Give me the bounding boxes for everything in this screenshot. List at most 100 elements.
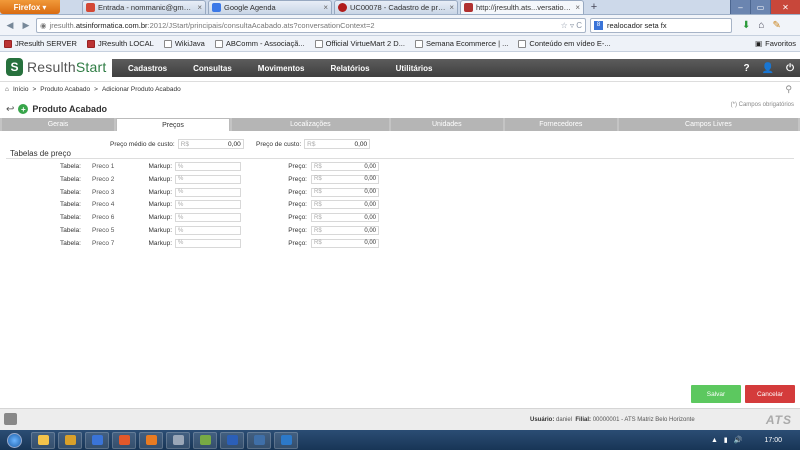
currency-label: R$	[314, 214, 322, 221]
minimize-button[interactable]: –	[730, 0, 750, 14]
tab-precos[interactable]: Preços	[116, 118, 230, 131]
price-field[interactable]: R$ 0,00	[311, 226, 379, 235]
price-field[interactable]: R$ 0,00	[311, 238, 379, 248]
save-button[interactable]: Salvar	[691, 385, 741, 403]
clock[interactable]: 17:00	[764, 437, 782, 444]
price-value: 0,00	[364, 214, 376, 221]
markup-field[interactable]: %	[175, 200, 241, 210]
price-field[interactable]: R$ 0,00	[311, 174, 379, 184]
ats-logo: ATS	[765, 413, 792, 427]
bookmark-star-icon[interactable]: ☆ ▿ C	[561, 21, 582, 30]
price-value: 0,00	[364, 227, 376, 234]
user-icon[interactable]: 👤	[762, 63, 774, 74]
tab-unidades[interactable]: Unidades	[390, 118, 503, 131]
taskbar-app-button[interactable]	[274, 431, 298, 449]
browser-tab-gmail[interactable]: Entrada - nommanic@gmail.com - G... ×	[82, 0, 206, 14]
price-value: 0,00	[364, 189, 376, 196]
currency-label: R$	[314, 201, 322, 208]
app-logo[interactable]: S ResulthStart	[6, 58, 106, 76]
back-arrow-icon[interactable]: ◀	[4, 19, 16, 31]
search-icon[interactable]: ⚲	[785, 84, 792, 95]
taskbar-app-button[interactable]	[58, 431, 82, 449]
breadcrumb-home[interactable]: Início	[13, 86, 29, 93]
help-icon[interactable]: ?	[744, 63, 750, 74]
branch-label: Filial:	[575, 417, 592, 423]
close-icon[interactable]: ×	[197, 3, 202, 12]
maximize-button[interactable]: ▭	[750, 0, 770, 14]
close-icon[interactable]: ×	[449, 3, 454, 12]
new-tab-button[interactable]: +	[586, 0, 602, 14]
power-icon[interactable]: ⏻	[786, 63, 794, 74]
volume-icon[interactable]: 🔊	[734, 436, 743, 444]
browser-tab-jresulth[interactable]: http://jresulth.ats...versationContext=2…	[460, 0, 584, 14]
taskbar-app-button[interactable]	[247, 431, 271, 449]
breadcrumb-item[interactable]: Produto Acabado	[40, 86, 90, 93]
browser-tab-calendar[interactable]: Google Agenda ×	[208, 0, 332, 14]
price-label: Preço:	[288, 175, 307, 183]
markup-field[interactable]: %	[175, 238, 241, 248]
home-icon[interactable]: ⌂	[5, 86, 9, 93]
price-table-row: Tabela: Preco 5 Markup:% Preço: R$ 0,00	[60, 225, 379, 236]
menu-movimentos[interactable]: Movimentos	[258, 64, 305, 73]
bookmark-item[interactable]: Conteúdo em vídeo E-...	[518, 39, 611, 48]
bookmark-item[interactable]: Semana Ecommerce | ...	[414, 39, 508, 48]
menu-relatorios[interactable]: Relatórios	[330, 64, 369, 73]
addon-icon[interactable]: ✎	[772, 20, 780, 31]
bookmark-item[interactable]: ABComm - Associaçã...	[214, 39, 305, 48]
taskbar-app-button[interactable]	[166, 431, 190, 449]
tray-chevron-icon[interactable]: ▲	[711, 437, 718, 444]
taskbar-app-button[interactable]	[220, 431, 244, 449]
price-field[interactable]: R$ 0,00	[311, 162, 379, 171]
price-field[interactable]: R$ 0,00	[311, 187, 379, 197]
taskbar-apps	[28, 431, 298, 449]
close-icon[interactable]: ×	[575, 3, 580, 12]
tab-fornecedores[interactable]: Fornecedores	[504, 118, 617, 131]
currency-label: R$	[314, 176, 322, 183]
tab-campos-livres[interactable]: Campos Livres	[618, 118, 798, 131]
search-box[interactable]: 8 realocador seta fx	[590, 17, 732, 33]
price-field[interactable]: R$ 0,00	[311, 213, 379, 223]
markup-field[interactable]: %	[175, 174, 241, 184]
markup-field[interactable]: %	[175, 213, 241, 223]
taskbar-app-button[interactable]	[193, 431, 217, 449]
taskbar-app-button[interactable]	[112, 431, 136, 449]
taskbar-app-button[interactable]	[85, 431, 109, 449]
menu-consultas[interactable]: Consultas	[193, 64, 232, 73]
network-icon[interactable]: ▮	[724, 436, 728, 444]
favorites-button[interactable]: ▣ Favoritos	[755, 39, 796, 48]
bookmark-item[interactable]: Official VirtueMart 2 D...	[314, 39, 405, 48]
firefox-menu-button[interactable]: Firefox ▾	[0, 0, 60, 14]
required-fields-note: (*) Campos obrigatórios	[730, 102, 794, 108]
taskbar-app-button[interactable]	[31, 431, 55, 449]
avg-cost-field[interactable]: R$ 0,00	[177, 139, 244, 149]
windows-taskbar: ▲ ▮ 🔊 17:00	[0, 430, 800, 450]
browser-tab-uc[interactable]: UC00078 - Cadastro de produto acab... ×	[334, 0, 458, 14]
download-icon[interactable]: ⬇	[742, 20, 750, 31]
markup-field[interactable]: %	[175, 187, 241, 197]
tab-gerais[interactable]: Gerais	[2, 118, 114, 131]
app-icon	[37, 435, 49, 445]
menu-cadastros[interactable]: Cadastros	[128, 64, 167, 73]
bookmark-item[interactable]: JResulth SERVER	[4, 39, 77, 48]
forward-arrow-icon[interactable]: ▶	[20, 19, 32, 31]
price-field[interactable]: R$ 0,00	[311, 200, 379, 210]
markup-field[interactable]: %	[175, 162, 241, 171]
back-icon[interactable]: ↩	[6, 104, 14, 115]
cancel-button[interactable]: Cancelar	[745, 385, 795, 403]
calculator-icon[interactable]	[4, 413, 17, 425]
bookmark-item[interactable]: JResulth LOCAL	[86, 39, 154, 48]
bookmark-label: Official VirtueMart 2 D...	[325, 39, 405, 48]
window-close-button[interactable]: ✕	[770, 0, 800, 14]
menu-utilitarios[interactable]: Utilitários	[396, 64, 433, 73]
nav-toolbar-icons: ⬇ ⌂ ✎	[742, 20, 781, 31]
app-icon	[118, 435, 130, 445]
start-button[interactable]	[0, 430, 28, 450]
cost-field[interactable]: R$ 0,00	[304, 139, 371, 149]
url-bar[interactable]: ◉ jresulth. atsinformatica.com.br:2012/JS…	[36, 17, 586, 33]
close-icon[interactable]: ×	[323, 3, 328, 12]
home-icon[interactable]: ⌂	[758, 20, 764, 31]
markup-field[interactable]: %	[175, 226, 241, 235]
taskbar-app-button[interactable]	[139, 431, 163, 449]
tab-localizacoes[interactable]: Localizações	[232, 118, 389, 131]
bookmark-item[interactable]: WikiJava	[163, 39, 205, 48]
